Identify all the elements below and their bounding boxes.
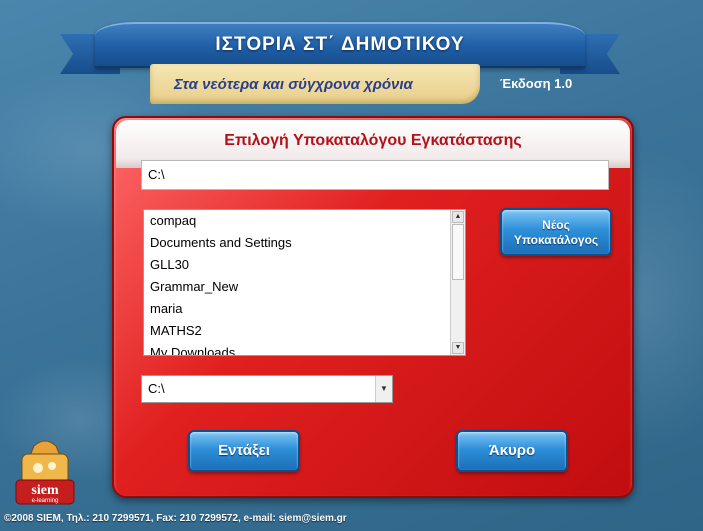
chevron-down-icon[interactable]: ▼ (375, 376, 392, 402)
subtitle-scroll: Στα νεότερα και σύγχρονα χρόνια (150, 64, 480, 104)
folder-item[interactable]: My Downloads (144, 342, 465, 355)
app-title: ΙΣΤΟΡΙΑ ΣΤ΄ ΔΗΜΟΤΙΚΟΥ (215, 34, 465, 55)
folder-item[interactable]: GLL30 (144, 254, 465, 276)
cancel-button[interactable]: Άκυρο (456, 430, 568, 472)
drive-select[interactable]: C:\ ▼ (141, 375, 393, 403)
folder-list-scrollbar[interactable]: ▲ ▼ (450, 210, 465, 355)
path-input[interactable]: C:\ (141, 160, 609, 190)
new-folder-button[interactable]: Νέος Υποκατάλογος (500, 208, 612, 256)
siem-logo: siem e-learning (15, 440, 75, 505)
folder-item[interactable]: MATHS2 (144, 320, 465, 342)
folder-item[interactable]: Grammar_New (144, 276, 465, 298)
new-folder-label-line2: Υποκατάλογος (513, 233, 599, 247)
logo-tagline: e-learning (32, 498, 59, 504)
logo-brand: siem (31, 483, 59, 498)
app-subtitle: Στα νεότερα και σύγχρονα χρόνια (174, 75, 413, 93)
ok-button[interactable]: Εντάξει (188, 430, 300, 472)
folder-item[interactable]: Documents and Settings (144, 232, 465, 254)
version-label: Έκδοση 1.0 (500, 76, 573, 91)
folder-list[interactable]: compaq Documents and Settings GLL30 Gram… (143, 209, 466, 356)
title-ribbon: ΙΣΤΟΡΙΑ ΣΤ΄ ΔΗΜΟΤΙΚΟΥ (95, 22, 585, 68)
footer-contact: ©2008 SIEM, Τηλ.: 210 7299571, Fax: 210 … (4, 513, 347, 524)
scroll-down-icon[interactable]: ▼ (452, 342, 464, 354)
scroll-up-icon[interactable]: ▲ (452, 211, 464, 223)
scroll-thumb[interactable] (452, 224, 464, 280)
new-folder-label-line1: Νέος (542, 218, 570, 232)
folder-item[interactable]: compaq (144, 210, 465, 232)
folder-item[interactable]: maria (144, 298, 465, 320)
drive-select-value: C:\ (148, 381, 165, 396)
install-folder-dialog: Επιλογή Υποκαταλόγου Εγκατάστασης C:\ co… (112, 116, 634, 498)
dialog-title: Επιλογή Υποκαταλόγου Εγκατάστασης (224, 132, 522, 149)
